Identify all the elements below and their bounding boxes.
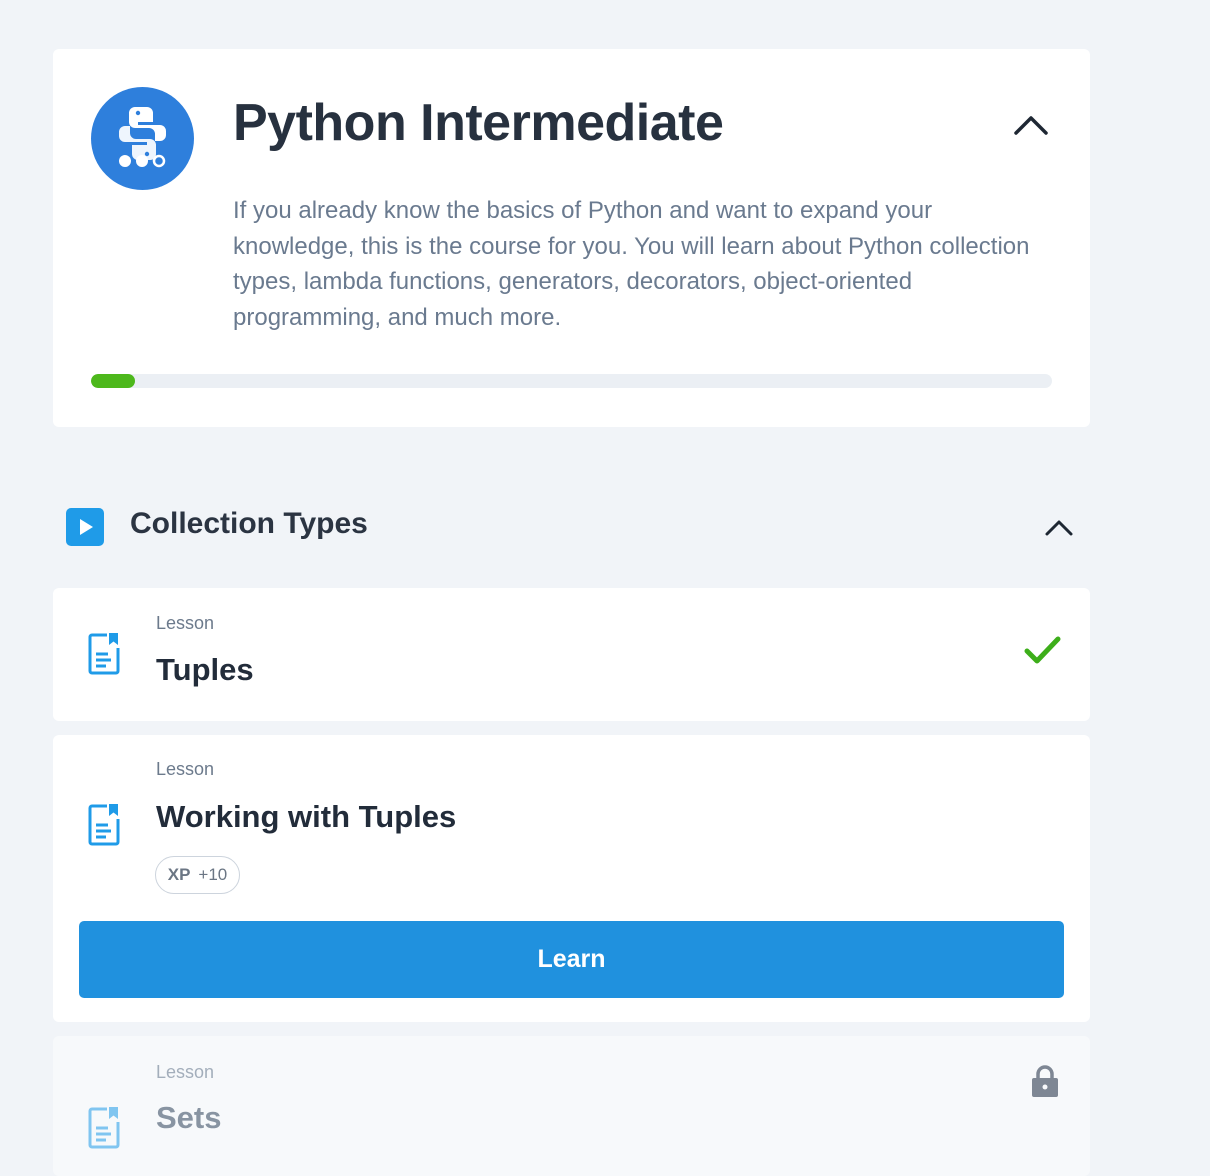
lesson-card-tuples[interactable]: Lesson Tuples bbox=[53, 588, 1090, 721]
checkmark-icon bbox=[1023, 634, 1063, 668]
lesson-document-icon bbox=[87, 1106, 123, 1150]
lesson-card-working-with-tuples: Lesson Working with Tuples XP +10 Learn bbox=[53, 735, 1090, 1022]
lesson-title: Sets bbox=[156, 1100, 222, 1135]
lesson-kind-label: Lesson bbox=[156, 759, 215, 779]
chevron-up-icon[interactable] bbox=[1011, 107, 1051, 141]
lesson-document-icon bbox=[87, 803, 123, 847]
chevron-up-icon[interactable] bbox=[1042, 511, 1076, 541]
course-description: If you already know the basics of Python… bbox=[233, 197, 1030, 331]
xp-label: XP bbox=[167, 865, 191, 884]
lesson-title: Tuples bbox=[156, 652, 254, 687]
course-card: Python Intermediate If you already know … bbox=[53, 49, 1090, 427]
xp-badge: XP +10 bbox=[155, 856, 240, 894]
module-header[interactable]: Collection Types bbox=[66, 505, 1090, 547]
lesson-title: Working with Tuples bbox=[156, 799, 457, 834]
learn-button[interactable]: Learn bbox=[79, 921, 1064, 998]
python-logo-icon bbox=[91, 87, 194, 190]
play-icon bbox=[66, 508, 104, 546]
lesson-card-sets: Lesson Sets bbox=[53, 1036, 1090, 1176]
xp-value: +10 bbox=[198, 865, 228, 884]
lesson-document-icon bbox=[87, 632, 123, 676]
course-title: Python Intermediate bbox=[233, 94, 724, 152]
lesson-kind-label: Lesson bbox=[156, 613, 215, 633]
lesson-kind-label: Lesson bbox=[156, 1062, 215, 1082]
course-progress-bar bbox=[91, 374, 1052, 388]
course-progress-fill bbox=[91, 374, 136, 388]
lock-icon bbox=[1030, 1064, 1060, 1098]
module-title: Collection Types bbox=[130, 507, 368, 540]
